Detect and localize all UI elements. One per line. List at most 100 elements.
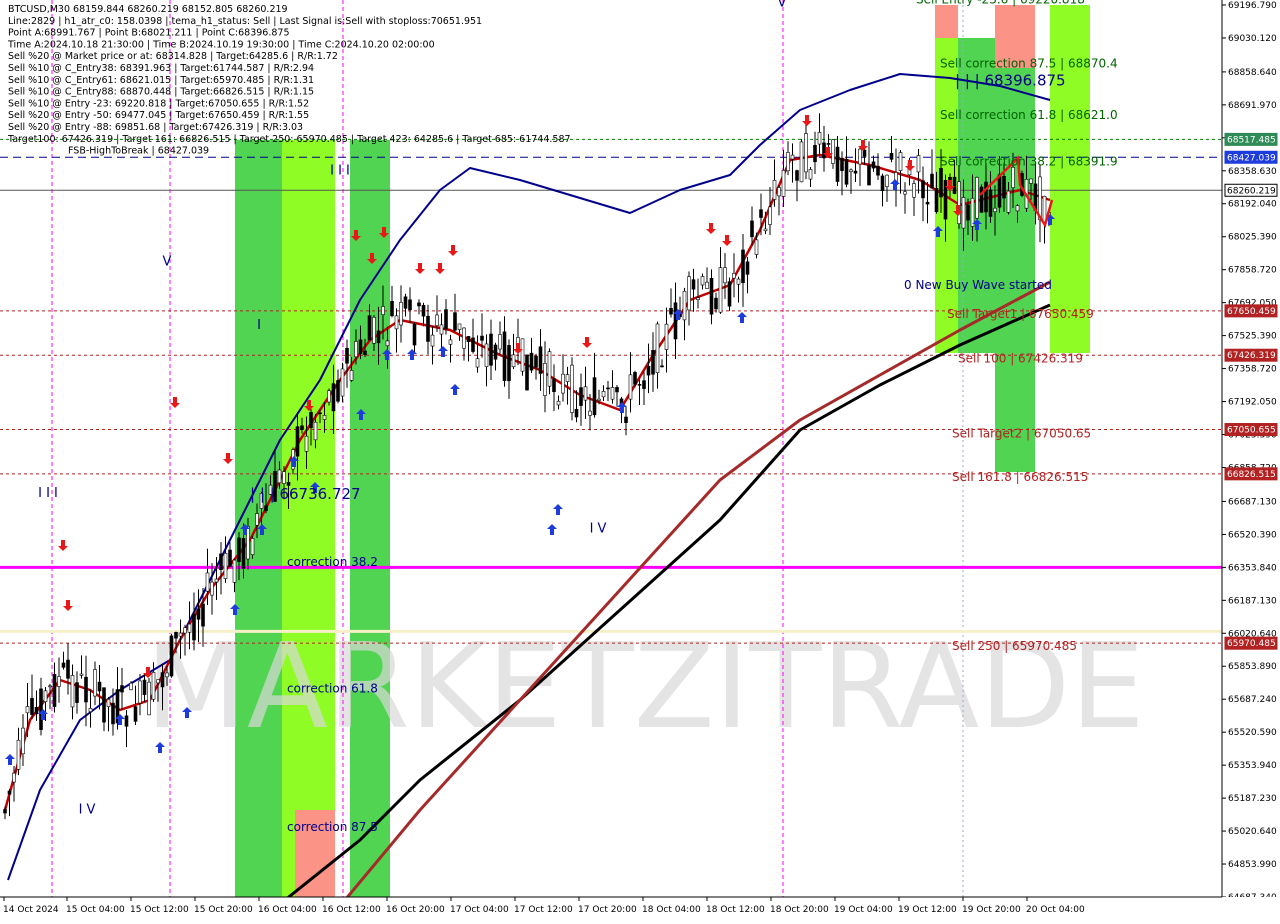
candle-body-39 <box>178 632 183 637</box>
price-box-label-5: 67050.655 <box>1227 426 1276 436</box>
annotation-4: Sell correction 38.2 | 68391.9 <box>940 155 1118 169</box>
candle-body-74 <box>336 380 340 402</box>
candle-body-164 <box>741 249 745 283</box>
candle-body-168 <box>759 209 763 218</box>
candle-body-80 <box>363 350 367 356</box>
candle-body-184 <box>831 139 835 164</box>
price-box-label-7: 65970.485 <box>1227 639 1276 649</box>
price-tick-label-7: 68025.390 <box>1228 233 1277 243</box>
candle-body-173 <box>781 170 786 197</box>
candle-body-119 <box>538 346 543 374</box>
candle-body-55 <box>250 538 255 556</box>
candle-body-0 <box>3 809 7 814</box>
candle-body-96 <box>435 314 439 326</box>
info-line-4: Sell %20 @ Market price or at: 68314.828… <box>8 51 338 62</box>
candle-body-92 <box>417 302 421 307</box>
candle-body-35 <box>160 672 165 688</box>
price-box-label-2: 68260.219 <box>1227 186 1276 196</box>
time-label-6: 16 Oct 20:00 <box>386 905 445 915</box>
candle-body-172 <box>777 187 781 197</box>
price-tick-label-10: 67525.390 <box>1228 332 1277 342</box>
candle-body-99 <box>448 339 453 345</box>
candle-body-124 <box>561 373 565 394</box>
price-box-label-3: 67650.459 <box>1227 307 1276 317</box>
info-line-10: Sell %20 @ Entry -88: 69851.68 | Target:… <box>8 122 303 133</box>
candle-body-118 <box>534 355 538 368</box>
annotation-13: correction 87.5 <box>287 820 378 834</box>
candle-body-41 <box>187 623 192 633</box>
candle-body-159 <box>718 267 723 313</box>
time-label-2: 15 Oct 12:00 <box>130 905 189 915</box>
candle-body-122 <box>552 378 556 392</box>
candle-body-162 <box>732 273 736 279</box>
price-tick-label-0: 69196.790 <box>1228 1 1277 11</box>
candle-body-155 <box>700 276 705 286</box>
candle-body-139 <box>628 374 633 400</box>
time-axis: 14 Oct 2024 15 Oct 04:00 15 Oct 12:00 15 Oc… <box>0 896 1280 920</box>
candle-body-21 <box>97 681 102 692</box>
candle-body-219 <box>988 189 993 217</box>
candle-body-212 <box>957 181 961 224</box>
candle-body-195 <box>880 175 885 192</box>
candle-body-153 <box>691 279 696 290</box>
candle-body-98 <box>444 309 448 330</box>
candle-body-224 <box>1011 167 1015 188</box>
candle-body-9 <box>43 690 48 702</box>
candle-body-28 <box>129 682 133 691</box>
candle-body-53 <box>241 538 246 569</box>
time-label-13: 19 Oct 04:00 <box>834 905 893 915</box>
time-label-0: 14 Oct 2024 <box>3 905 59 915</box>
candle-body-120 <box>543 363 547 396</box>
wave-label-1: V <box>163 254 172 269</box>
candle-body-109 <box>493 344 498 360</box>
candle-body-128 <box>579 387 583 406</box>
candle-body-76 <box>345 347 349 364</box>
candle-body-223 <box>1006 190 1011 213</box>
candle-body-33 <box>151 672 156 700</box>
candle-body-66 <box>300 425 304 430</box>
candle-body-52 <box>237 537 241 562</box>
info-line-2: Point A:68991.767 | Point B:68021.211 | … <box>8 28 290 39</box>
candle-body-71 <box>322 415 327 420</box>
candle-body-200 <box>903 191 907 195</box>
trading-chart[interactable]: MARKETZITRADE Sell Entry -23.6 | 69220.8… <box>0 0 1280 920</box>
candle-body-73 <box>331 383 336 412</box>
price-axis: 69196.79069030.12068858.64068691.9706852… <box>1221 0 1280 920</box>
time-label-3: 15 Oct 20:00 <box>194 905 253 915</box>
candle-body-216 <box>975 177 979 219</box>
candle-body-185 <box>835 146 840 182</box>
candle-body-228 <box>1029 178 1033 184</box>
candle-body-169 <box>763 228 768 232</box>
candle-body-199 <box>898 152 903 171</box>
candle-body-11 <box>52 673 57 707</box>
chart-canvas[interactable]: MARKETZITRADE Sell Entry -23.6 | 69220.8… <box>0 0 1280 920</box>
candle-body-105 <box>475 358 480 368</box>
candle-body-189 <box>853 170 858 174</box>
candle-body-111 <box>502 331 507 381</box>
candle-body-106 <box>480 335 484 341</box>
candle-body-1 <box>7 790 12 795</box>
candle-body-101 <box>457 323 462 330</box>
zone-rect-5 <box>935 5 958 38</box>
candle-body-179 <box>808 169 813 180</box>
candle-body-19 <box>88 708 93 712</box>
candle-body-62 <box>282 471 286 484</box>
candle-body-82 <box>372 317 376 344</box>
candle-body-16 <box>75 682 79 703</box>
candle-body-151 <box>682 290 687 321</box>
candle-body-91 <box>412 324 417 346</box>
price-tick-label-11: 67358.720 <box>1228 365 1277 375</box>
price-tick-label-12: 67192.050 <box>1228 398 1277 408</box>
price-tick-label-20: 65853.890 <box>1228 662 1277 672</box>
candle-body-206 <box>930 173 934 189</box>
candle-body-69 <box>313 421 318 441</box>
info-line-1: Line:2829 | h1_atr_c0: 158.0398 | tema_h… <box>8 16 482 27</box>
candle-body-47 <box>214 578 219 583</box>
candle-body-154 <box>696 297 700 301</box>
candle-body-32 <box>147 681 151 716</box>
time-label-12: 18 Oct 20:00 <box>770 905 829 915</box>
price-tick-label-8: 67858.720 <box>1228 266 1277 276</box>
candle-body-24 <box>111 702 115 725</box>
annotation-3: Sell correction 61.8 | 68621.0 <box>940 108 1118 122</box>
candle-body-77 <box>349 370 354 381</box>
